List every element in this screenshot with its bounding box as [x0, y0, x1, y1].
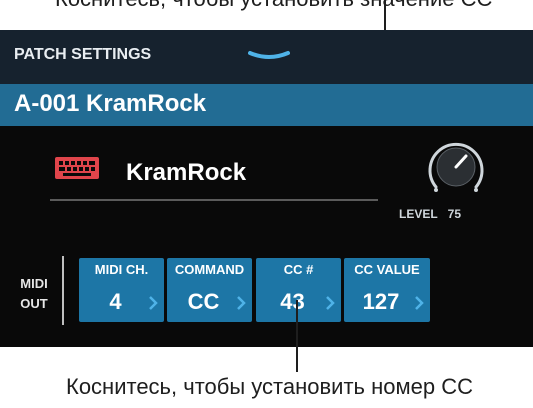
patch-name-bar[interactable]: A-001 KramRock: [0, 84, 533, 126]
param-label: CC VALUE: [354, 262, 420, 277]
vertical-separator: [62, 256, 64, 325]
patch-name: A-001 KramRock: [14, 90, 207, 117]
midi-out-line1: MIDI: [20, 276, 48, 291]
chevron-right-icon: [326, 296, 335, 310]
chevron-right-icon: [149, 296, 158, 310]
chevron-right-icon: [237, 296, 246, 310]
param-value: 4: [109, 289, 122, 314]
divider: [50, 199, 378, 201]
header-bar: PATCH SETTINGS: [0, 30, 533, 84]
param-value: 127: [362, 289, 400, 314]
leader-line-cc-number: [296, 300, 298, 372]
midi-out-label: MIDI OUT: [10, 274, 58, 314]
collapse-chevron-icon[interactable]: [248, 50, 290, 62]
patch-label[interactable]: KramRock: [126, 159, 246, 187]
caption-cc-number: Коснитесь, чтобы установить номер CC: [66, 374, 473, 399]
page-title: PATCH SETTINGS: [14, 46, 152, 63]
level-knob[interactable]: [422, 135, 490, 203]
param-label: CC #: [283, 262, 314, 277]
keyboard-icon: [55, 157, 99, 179]
level-readout: LEVEL 75: [399, 207, 461, 221]
param-cc-number[interactable]: CC # 43: [256, 258, 341, 322]
param-cc-value[interactable]: CC VALUE 127: [344, 258, 430, 322]
caption-cc-value: Коснитесь, чтобы установить значение CC: [55, 0, 492, 12]
device-screen: PATCH SETTINGS A-001 KramRock KramRock L…: [0, 30, 533, 347]
param-label: MIDI CH.: [94, 262, 149, 277]
param-label: COMMAND: [174, 262, 245, 277]
param-value: 43: [280, 289, 305, 314]
param-value: CC: [187, 289, 220, 314]
midi-out-line2: OUT: [20, 296, 48, 311]
chevron-right-icon: [415, 296, 424, 310]
param-midi-channel[interactable]: MIDI CH. 4: [79, 258, 164, 322]
level-label: LEVEL: [399, 207, 438, 221]
level-value: 75: [447, 207, 462, 221]
param-command[interactable]: COMMAND CC: [167, 258, 252, 322]
